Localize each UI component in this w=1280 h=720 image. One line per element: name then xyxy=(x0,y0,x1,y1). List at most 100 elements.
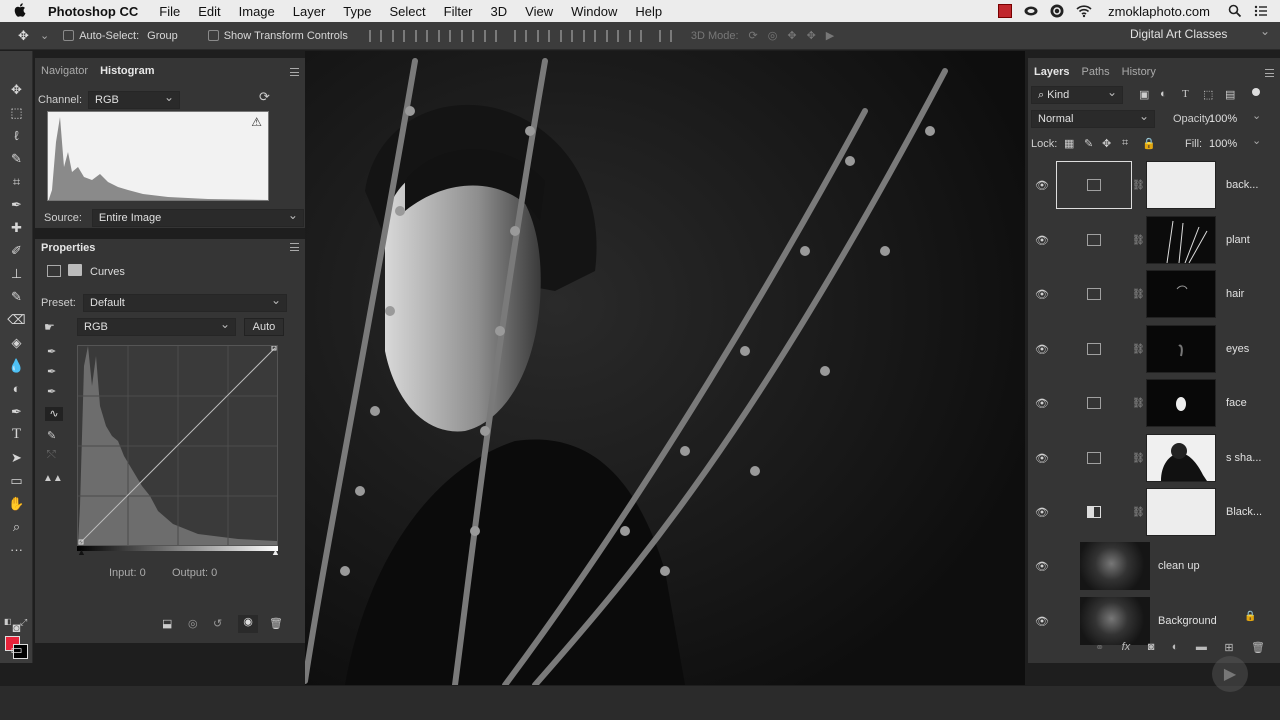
panel-menu-icon[interactable] xyxy=(290,68,299,76)
menu-window[interactable]: Window xyxy=(571,4,617,19)
3d-pan-icon[interactable]: ✥ xyxy=(787,29,796,42)
filter-shape-icon[interactable]: ⬚ xyxy=(1203,88,1213,101)
layer-row[interactable]: 👁 ⛓ face xyxy=(1030,376,1270,430)
layer-row[interactable]: 👁 ⛓ s sha... xyxy=(1030,431,1270,485)
apple-icon[interactable] xyxy=(14,2,34,20)
preset-chevron-icon[interactable]: ⌄ xyxy=(40,29,49,42)
workspace-switcher[interactable]: Digital Art Classes ⌄ xyxy=(1130,24,1270,45)
tab-navigator[interactable]: Navigator xyxy=(35,65,94,77)
source-dropdown[interactable]: Entire Image xyxy=(91,208,304,227)
tab-histogram[interactable]: Histogram xyxy=(94,65,160,77)
black-slider-handle[interactable]: ▲ xyxy=(77,547,86,557)
auto-select-dropdown[interactable]: Group xyxy=(147,30,178,42)
menu-filter[interactable]: Filter xyxy=(444,4,473,19)
blend-mode-dropdown[interactable]: Normal xyxy=(1031,109,1155,128)
more-tools-icon[interactable]: ··· xyxy=(0,538,33,561)
eraser-tool-icon[interactable]: ⌫ xyxy=(0,308,33,331)
curves-graph[interactable] xyxy=(77,345,278,546)
eye-icon[interactable]: 👁 xyxy=(1032,234,1052,247)
3d-orbit-icon[interactable]: ⟳ xyxy=(749,29,758,42)
hand-tool-icon[interactable]: ✋ xyxy=(0,492,33,515)
distribute-right-icon[interactable] xyxy=(628,29,642,42)
zoom-tool-icon[interactable]: ⌕ xyxy=(0,515,33,538)
layer-row[interactable]: 👁 ⛓ Black... xyxy=(1030,485,1270,539)
layer-name[interactable]: plant xyxy=(1226,234,1250,246)
layer-name[interactable]: hair xyxy=(1226,288,1244,300)
layer-row[interactable]: 👁 Background 🔒 xyxy=(1030,594,1270,648)
mask-link-icon[interactable]: ⛓ xyxy=(1132,398,1145,409)
layer-row[interactable]: 👁 ⛓ eyes xyxy=(1030,322,1270,376)
crop-tool-icon[interactable]: ⌗ xyxy=(0,170,33,193)
link-layers-icon[interactable]: ⚭ xyxy=(1095,641,1104,657)
spotlight-icon[interactable] xyxy=(1228,4,1242,18)
clone-stamp-tool-icon[interactable]: ⊥ xyxy=(0,262,33,285)
layer-lock-icon[interactable]: 🔒 xyxy=(1244,611,1256,622)
tab-paths[interactable]: Paths xyxy=(1075,66,1115,78)
3d-roll-icon[interactable]: ◎ xyxy=(768,29,778,42)
layer-name[interactable]: s sha... xyxy=(1226,452,1261,464)
panel-menu-icon[interactable] xyxy=(1265,69,1274,77)
layer-row[interactable]: 👁 ⛓ back... xyxy=(1030,158,1270,212)
view-previous-state-icon[interactable]: ◎ xyxy=(188,617,198,630)
mask-link-icon[interactable]: ⛓ xyxy=(1132,344,1145,355)
filter-type-icon[interactable]: T xyxy=(1182,88,1189,100)
screen-mode-icon[interactable]: ▭ xyxy=(0,638,33,661)
mask-link-icon[interactable]: ⛓ xyxy=(1132,453,1145,464)
white-point-eyedropper-icon[interactable]: ✒ xyxy=(47,385,56,398)
lock-all-icon[interactable]: 🔒 xyxy=(1142,137,1156,150)
reset-adjustment-icon[interactable]: ↺ xyxy=(213,617,222,630)
auto-button[interactable]: Auto xyxy=(244,318,284,336)
eye-icon[interactable]: 👁 xyxy=(1032,452,1052,465)
auto-align-icon[interactable] xyxy=(658,29,672,42)
tab-history[interactable]: History xyxy=(1116,66,1162,78)
layer-filter-dropdown[interactable]: ⌕ Kind xyxy=(1031,85,1123,104)
white-slider-handle[interactable]: ▲ xyxy=(271,547,280,557)
auto-select-checkbox[interactable] xyxy=(63,30,75,41)
layer-mask-thumbnail[interactable] xyxy=(1146,488,1216,536)
eye-icon[interactable]: 👁 xyxy=(1032,615,1052,628)
delete-adjustment-icon[interactable]: 🗑 xyxy=(269,617,283,630)
paint-bucket-tool-icon[interactable]: ◈ xyxy=(0,331,33,354)
new-adjustment-icon[interactable]: ◐ xyxy=(1172,641,1179,657)
path-select-tool-icon[interactable]: ➤ xyxy=(0,446,33,469)
mask-link-icon[interactable]: ⛓ xyxy=(1132,235,1145,246)
menu-layer[interactable]: Layer xyxy=(293,4,326,19)
layer-thumbnail[interactable] xyxy=(1080,597,1150,645)
clip-to-layer-icon[interactable]: ⬓ xyxy=(162,617,172,630)
filter-smart-object-icon[interactable]: ▤ xyxy=(1225,88,1235,101)
black-point-eyedropper-icon[interactable]: ✒ xyxy=(47,345,56,358)
record-icon[interactable] xyxy=(998,4,1013,18)
warning-icon[interactable]: ⚠ xyxy=(251,115,262,129)
refresh-icon[interactable]: ⟳ xyxy=(259,89,270,105)
marquee-tool-icon[interactable]: ⬚ xyxy=(0,101,33,124)
layer-name[interactable]: Black... xyxy=(1226,506,1262,518)
layer-row[interactable]: 👁 ⛓ hair xyxy=(1030,267,1270,321)
channel-dropdown[interactable]: RGB xyxy=(88,90,181,109)
wifi-icon[interactable] xyxy=(1076,4,1092,18)
menu-image[interactable]: Image xyxy=(239,4,275,19)
fill-value[interactable]: 100% xyxy=(1209,138,1237,150)
on-image-adjust-icon[interactable]: ☛ xyxy=(44,320,55,334)
layer-mask-thumbnail[interactable] xyxy=(1146,161,1216,209)
eye-icon[interactable]: 👁 xyxy=(1032,397,1052,410)
move-tool-icon[interactable]: ✥ xyxy=(0,78,33,101)
brush-tool-icon[interactable]: ✐ xyxy=(0,239,33,262)
layer-row[interactable]: 👁 ⛓ plant xyxy=(1030,213,1270,267)
blur-tool-icon[interactable]: 💧 xyxy=(0,354,33,377)
history-brush-tool-icon[interactable]: ✎ xyxy=(0,285,33,308)
gray-point-eyedropper-icon[interactable]: ✒ xyxy=(47,365,56,378)
layer-style-icon[interactable]: fx xyxy=(1122,641,1131,657)
lock-pixels-icon[interactable]: ✎ xyxy=(1084,137,1093,150)
layer-mask-icon[interactable] xyxy=(68,264,82,276)
eye-icon[interactable]: 👁 xyxy=(1032,288,1052,301)
pen-tool-icon[interactable]: ✒ xyxy=(0,400,33,423)
distribute-hcenter-icon[interactable] xyxy=(605,29,619,42)
eye-icon[interactable]: 👁 xyxy=(1032,343,1052,356)
quick-select-tool-icon[interactable]: ✎ xyxy=(0,147,33,170)
delete-layer-icon[interactable]: 🗑 xyxy=(1251,641,1265,657)
menu-help[interactable]: Help xyxy=(635,4,662,19)
distribute-vcenter-icon[interactable] xyxy=(536,29,550,42)
show-transform-checkbox[interactable] xyxy=(207,30,219,41)
cloud-icon[interactable] xyxy=(1024,4,1038,18)
align-right-icon[interactable] xyxy=(483,29,497,42)
